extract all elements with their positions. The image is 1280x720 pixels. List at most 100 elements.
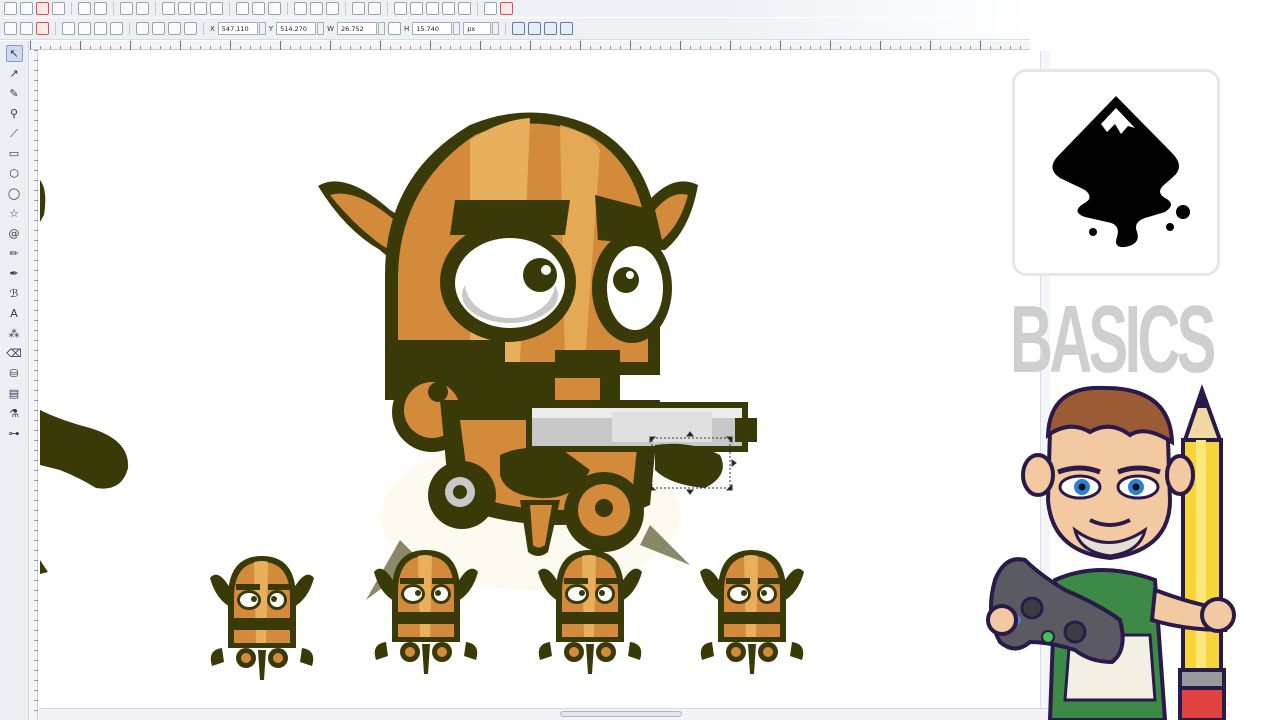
ellipse-tool-icon[interactable]: ◯ <box>6 185 23 202</box>
xml-editor-icon[interactable] <box>426 2 439 15</box>
pen-tool-icon[interactable]: ✒ <box>6 265 23 282</box>
preferences-icon[interactable] <box>484 2 497 15</box>
mini-robot-4[interactable] <box>700 550 804 674</box>
export-icon[interactable] <box>94 2 107 15</box>
y-spinner[interactable] <box>317 22 325 35</box>
spray-tool-icon[interactable]: ⁂ <box>6 325 23 342</box>
star-tool-icon[interactable]: ☆ <box>6 205 23 222</box>
partial-robot-left[interactable] <box>40 180 129 574</box>
undo-icon[interactable] <box>120 2 133 15</box>
calligraphy-tool-icon[interactable]: ℬ <box>6 285 23 302</box>
raise-to-top-icon[interactable] <box>136 22 149 35</box>
toolbar-separator <box>345 2 346 15</box>
flip-horizontal-icon[interactable] <box>94 22 107 35</box>
dropper-tool-icon[interactable]: ⚗ <box>6 405 23 422</box>
redo-icon[interactable] <box>136 2 149 15</box>
horizontal-scrollbar[interactable] <box>560 711 682 717</box>
toolbar-separator <box>155 2 156 15</box>
w-spinner[interactable] <box>378 22 385 35</box>
flip-vertical-icon[interactable] <box>110 22 123 35</box>
lower-to-bottom-icon[interactable] <box>184 22 197 35</box>
inkscape-logo-card <box>1012 69 1220 276</box>
units-dropdown-icon[interactable] <box>492 22 500 35</box>
rotate-cw-icon[interactable] <box>78 22 91 35</box>
delete-icon[interactable] <box>210 2 223 15</box>
cut-icon[interactable] <box>194 2 207 15</box>
h-spinner[interactable] <box>453 22 461 35</box>
x-field[interactable]: 547.110 <box>217 22 258 35</box>
h-label: H <box>404 24 410 33</box>
select-all-layers-icon[interactable] <box>20 22 33 35</box>
document-props-icon[interactable] <box>458 2 471 15</box>
zoom-drawing-icon[interactable] <box>252 2 265 15</box>
text-tool-icon[interactable]: A <box>6 305 23 322</box>
import-icon[interactable] <box>78 2 91 15</box>
rotate-ccw-icon[interactable] <box>62 22 75 35</box>
lower-icon[interactable] <box>168 22 181 35</box>
tool-controls-bar: X 547.110 Y 514.270 W 26.752 H 15.740 px <box>0 18 1030 40</box>
x-spinner[interactable] <box>258 22 266 35</box>
eraser-tool-icon[interactable]: ⌫ <box>6 345 23 362</box>
group-icon[interactable] <box>352 2 365 15</box>
close-doc-icon[interactable] <box>500 2 513 15</box>
paint-bucket-tool-icon[interactable]: ⛁ <box>6 365 23 382</box>
commands-bar <box>0 0 1030 17</box>
w-label: W <box>327 24 334 33</box>
y-field[interactable]: 514.270 <box>276 22 317 35</box>
unlink-clone-icon[interactable] <box>326 2 339 15</box>
clone-icon[interactable] <box>310 2 323 15</box>
fill-stroke-icon[interactable] <box>394 2 407 15</box>
scale-corners-icon[interactable] <box>528 22 542 35</box>
new-icon[interactable] <box>4 2 17 15</box>
basics-title: BASICS <box>1010 286 1216 393</box>
toolbox: ↖ ↗ ✎ ⚲ ⟋ ▭ ⬡ ◯ ☆ @ ✏ ✒ ℬ A ⁂ ⌫ ⛁ ▤ ⚗ ⊶ <box>0 41 29 720</box>
deselect-icon[interactable] <box>36 22 49 35</box>
pencil-icon <box>1178 383 1226 720</box>
raise-icon[interactable] <box>152 22 165 35</box>
save-icon[interactable] <box>36 2 49 15</box>
print-icon[interactable] <box>52 2 65 15</box>
toolbar-separator <box>229 2 230 15</box>
zoom-selection-icon[interactable] <box>236 2 249 15</box>
align-icon[interactable] <box>442 2 455 15</box>
toolbar-separator <box>287 2 288 15</box>
connector-tool-icon[interactable]: ⊶ <box>6 425 23 442</box>
tweak-tool-icon[interactable]: ✎ <box>6 85 23 102</box>
pencil-tool-icon[interactable]: ✏ <box>6 245 23 262</box>
toolbar-separator <box>113 2 114 15</box>
move-patterns-icon[interactable] <box>560 22 574 35</box>
inkscape-window: X 547.110 Y 514.270 W 26.752 H 15.740 px… <box>0 0 1280 720</box>
selector-tool-icon[interactable]: ↖ <box>5 45 23 62</box>
duplicate-icon[interactable] <box>294 2 307 15</box>
units-select[interactable]: px <box>463 22 492 35</box>
text-font-icon[interactable] <box>410 2 423 15</box>
select-all-icon[interactable] <box>4 22 17 35</box>
robot-character-large[interactable] <box>318 112 757 601</box>
scale-stroke-icon[interactable] <box>512 22 526 35</box>
rectangle-tool-icon[interactable]: ▭ <box>6 145 23 162</box>
mini-robot-1[interactable] <box>210 556 314 680</box>
toolbar-separator <box>71 2 72 15</box>
3d-box-tool-icon[interactable]: ⬡ <box>6 165 23 182</box>
horizontal-ruler <box>30 41 1030 50</box>
move-gradients-icon[interactable] <box>544 22 558 35</box>
open-icon[interactable] <box>20 2 33 15</box>
y-label: Y <box>268 24 274 33</box>
gradient-tool-icon[interactable]: ▤ <box>6 385 23 402</box>
x-label: X <box>210 24 215 33</box>
canvas[interactable] <box>39 51 1050 720</box>
copy-icon[interactable] <box>162 2 175 15</box>
h-field[interactable]: 15.740 <box>412 22 453 35</box>
spiral-tool-icon[interactable]: @ <box>6 225 23 242</box>
paste-icon[interactable] <box>178 2 191 15</box>
zoom-page-icon[interactable] <box>268 2 281 15</box>
zoom-tool-icon[interactable]: ⚲ <box>6 105 23 122</box>
w-field[interactable]: 26.752 <box>337 22 377 35</box>
toolbar-separator <box>477 2 478 15</box>
status-bar <box>39 708 1050 720</box>
ungroup-icon[interactable] <box>368 2 381 15</box>
lock-ratio-icon[interactable] <box>388 22 401 35</box>
measure-tool-icon[interactable]: ⟋ <box>6 125 23 142</box>
inkscape-logo-icon <box>1052 96 1190 248</box>
node-tool-icon[interactable]: ↗ <box>6 65 23 82</box>
